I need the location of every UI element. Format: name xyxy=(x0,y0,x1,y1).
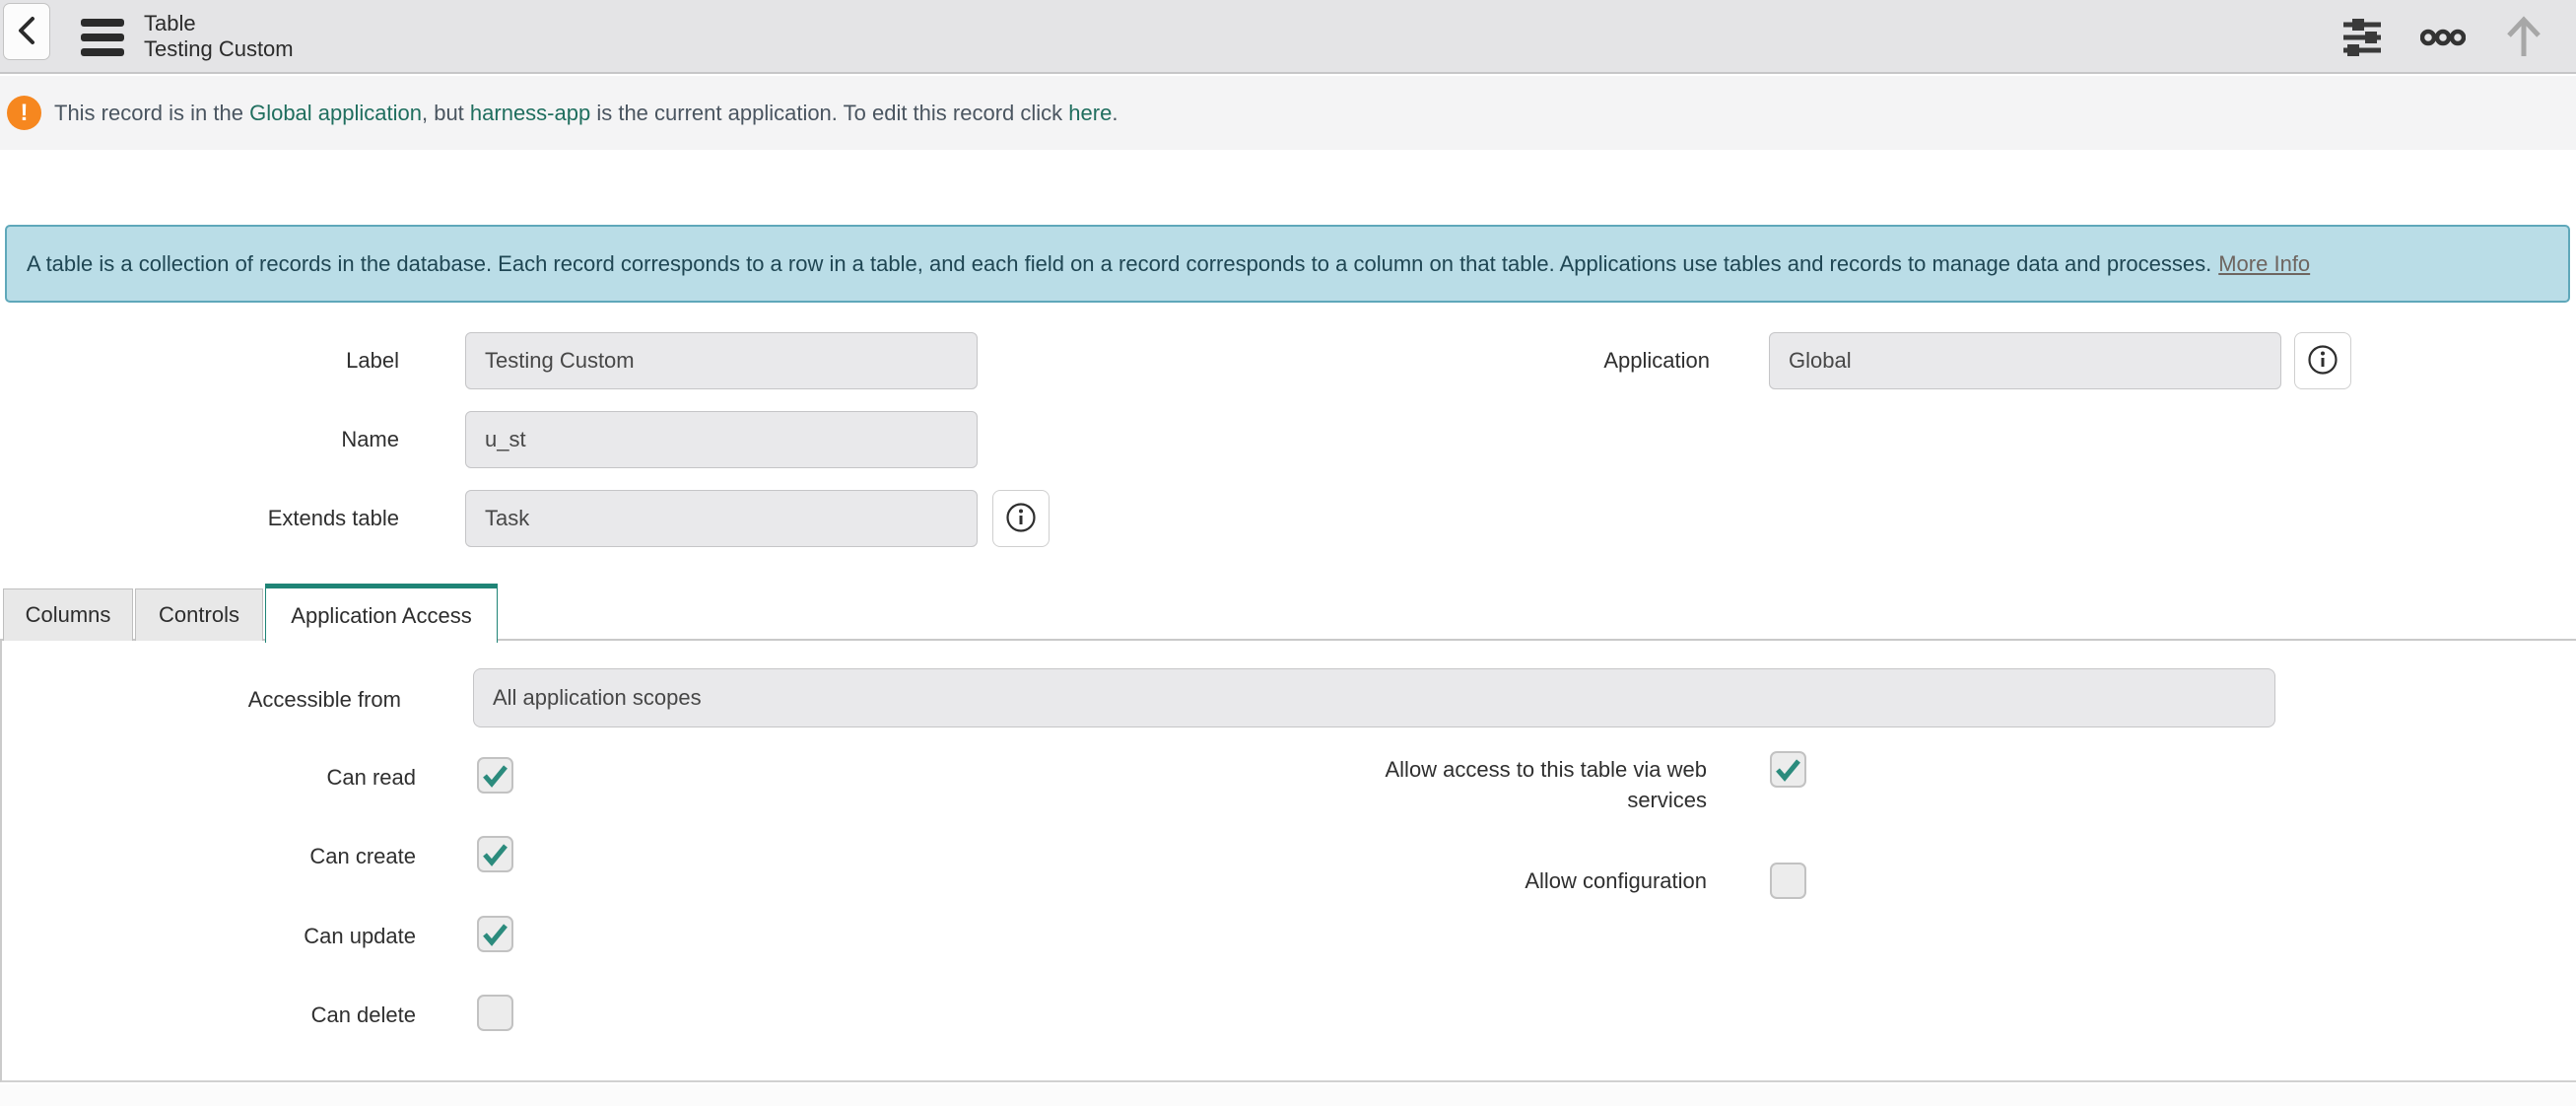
extends-table-info-button[interactable] xyxy=(992,490,1050,547)
edit-here-link[interactable]: here xyxy=(1068,101,1112,125)
record-name-label: Testing Custom xyxy=(144,36,294,62)
application-field-input[interactable]: Global xyxy=(1769,332,2281,389)
header-actions xyxy=(2339,0,2546,74)
tab-application-access[interactable]: Application Access xyxy=(265,584,498,643)
can-read-label: Can read xyxy=(2,765,416,791)
personalize-form-icon[interactable] xyxy=(2339,15,2385,60)
application-info-button[interactable] xyxy=(2294,332,2351,389)
tab-controls[interactable]: Controls xyxy=(135,588,263,641)
warning-icon: ! xyxy=(7,96,41,130)
accessible-from-select[interactable]: All application scopes xyxy=(473,668,2275,727)
warning-text-segment: , but xyxy=(422,101,470,125)
name-field-label: Name xyxy=(0,411,399,468)
allow-configuration-checkbox[interactable] xyxy=(1770,863,1806,899)
more-options-icon[interactable] xyxy=(2420,15,2466,60)
extends-table-field-input[interactable]: Task xyxy=(465,490,978,547)
label-field-label: Label xyxy=(0,332,399,389)
record-title: Table Testing Custom xyxy=(144,11,294,62)
can-update-checkbox[interactable] xyxy=(477,916,513,952)
global-application-link[interactable]: Global application xyxy=(249,101,422,125)
extends-table-field-label: Extends table xyxy=(0,490,399,547)
can-delete-label: Can delete xyxy=(2,1002,416,1028)
warning-text: This record is in the Global application… xyxy=(54,101,1118,126)
harness-app-link[interactable]: harness-app xyxy=(470,101,590,125)
form-context-menu-icon[interactable] xyxy=(81,18,124,57)
hamburger-bar xyxy=(81,34,124,41)
page-bottom-area xyxy=(0,1084,2576,1106)
can-delete-checkbox[interactable] xyxy=(477,995,513,1031)
form-header-bar: Table Testing Custom xyxy=(0,0,2576,74)
warning-text-segment: . xyxy=(1112,101,1118,125)
banner-text: A table is a collection of records in th… xyxy=(27,251,2211,277)
warning-text-segment: is the current application. To edit this… xyxy=(590,101,1068,125)
web-services-label: Allow access to this table via web servi… xyxy=(1332,754,1707,815)
record-type-label: Table xyxy=(144,11,294,36)
application-access-panel: Accessible from All application scopes C… xyxy=(0,641,2576,1082)
name-field-input[interactable]: u_st xyxy=(465,411,978,468)
label-field-input[interactable]: Testing Custom xyxy=(465,332,978,389)
hamburger-bar xyxy=(81,19,124,27)
info-icon xyxy=(2306,343,2339,380)
table-info-banner: A table is a collection of records in th… xyxy=(5,225,2570,303)
info-icon xyxy=(1004,501,1038,537)
allow-configuration-label: Allow configuration xyxy=(1332,868,1707,894)
tab-columns[interactable]: Columns xyxy=(3,588,133,641)
can-read-checkbox[interactable] xyxy=(477,757,513,794)
can-create-label: Can create xyxy=(2,844,416,869)
web-services-checkbox[interactable] xyxy=(1770,751,1806,788)
scroll-to-top-icon[interactable] xyxy=(2501,15,2546,60)
chevron-left-icon xyxy=(14,11,39,53)
accessible-from-label: Accessible from xyxy=(2,670,401,729)
back-button[interactable] xyxy=(3,3,50,60)
cross-scope-warning: ! This record is in the Global applicati… xyxy=(0,76,2576,150)
application-field-label: Application xyxy=(1311,332,1710,389)
warning-text-segment: This record is in the xyxy=(54,101,249,125)
can-create-checkbox[interactable] xyxy=(477,836,513,872)
more-info-link[interactable]: More Info xyxy=(2218,251,2310,277)
hamburger-bar xyxy=(81,48,124,56)
can-update-label: Can update xyxy=(2,924,416,949)
